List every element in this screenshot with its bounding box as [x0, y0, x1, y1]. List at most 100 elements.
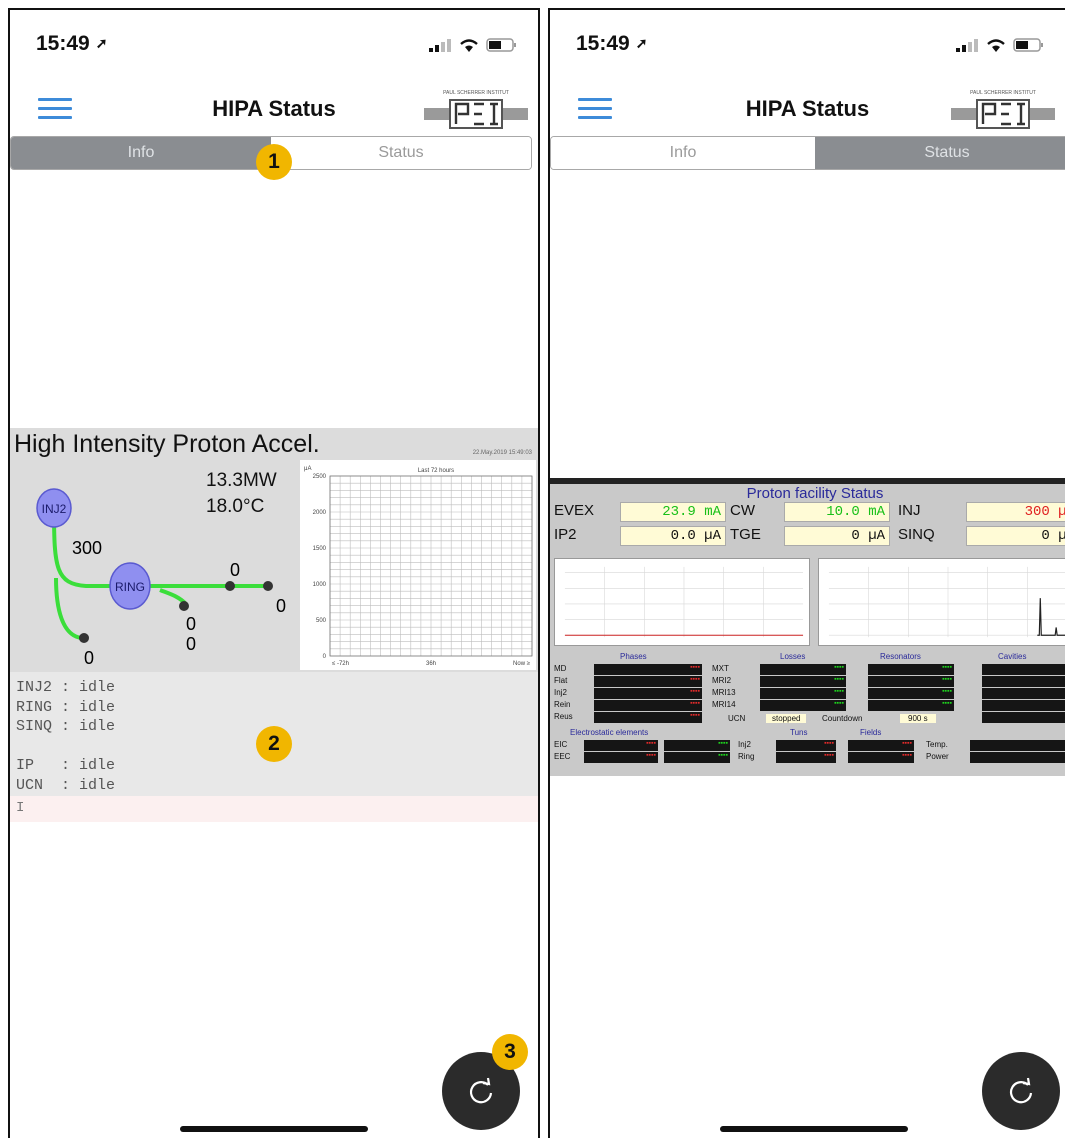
- readout-cell: ▪▪▪▪: [594, 688, 702, 699]
- tab-info[interactable]: Info: [11, 137, 271, 169]
- hipa-timestamp: 22.May.2019 15:49:03: [472, 450, 532, 456]
- readout-cell: ▪▪▪▪: [594, 712, 702, 723]
- readout-cell: ▪▪▪▪: [584, 752, 658, 763]
- phase-label: Reus: [554, 712, 573, 721]
- metric-label: EVEX: [554, 502, 595, 519]
- section-heading: Phases: [620, 652, 647, 661]
- fields-label: Temp.: [926, 740, 948, 749]
- section-heading: Losses: [780, 652, 806, 661]
- refresh-icon: [1009, 1077, 1033, 1104]
- clock-time: 15:49: [576, 32, 630, 55]
- tab-status[interactable]: Status: [271, 137, 531, 169]
- loss-label: MRI14: [712, 700, 736, 709]
- chart-title: Last 72 hours: [418, 468, 454, 474]
- readout-cell: ▪▪▪▪: [594, 700, 702, 711]
- facility-row-2: IP2 0.0 µA TGE 0 µA SINQ 0 µA: [554, 526, 1065, 548]
- message-field[interactable]: I: [10, 796, 538, 822]
- x-tick-label: Now ≥: [513, 661, 531, 667]
- current-value: 0: [276, 596, 286, 616]
- readout-cell: ▪▪▪▪: [760, 664, 846, 675]
- inj2-current: 300: [72, 538, 102, 558]
- phase-label: MD: [554, 664, 567, 673]
- metric-value: 23.9 mA: [620, 502, 726, 522]
- callout-badge-2: 2: [256, 726, 292, 762]
- status-screen: 15:49 ➚ HIPA Status PAUL SCHERRER INSTITU…: [548, 8, 1065, 1138]
- readout-cell: ▪▪▪▪: [664, 740, 730, 751]
- loss-label: MRI2: [712, 676, 732, 685]
- tab-status[interactable]: Status: [815, 137, 1065, 169]
- phase-label: Rein: [554, 700, 571, 709]
- readout-cell: ▪▪▪▪: [848, 740, 914, 751]
- home-indicator: [720, 1126, 908, 1132]
- hipa-heading: High Intensity Proton Accel.: [14, 430, 320, 458]
- tuns-label: Inj2: [738, 740, 751, 749]
- psi-logo: PAUL SCHERRER INSTITUT: [951, 90, 1055, 129]
- current-value: 0: [186, 634, 196, 654]
- current-history-chart: Last 72 hours μA 25002000150010005000 ≤ …: [300, 460, 536, 670]
- countdown-label: Countdown: [822, 714, 863, 723]
- beamline-diagram: INJ2 RING 300 0 0 0 0 0: [36, 488, 286, 668]
- metric-label: INJ: [898, 502, 921, 519]
- phase-label: Flat: [554, 676, 568, 685]
- signal-icon: [956, 38, 979, 52]
- callout-badge-3: 3: [492, 1034, 528, 1070]
- info-screen: 15:49 ➚ HIPA Status PAUL SCHERRER INSTITU…: [8, 8, 540, 1138]
- section-heading: Resonators: [880, 652, 921, 661]
- beam-target-dot: [179, 601, 189, 611]
- readout-cell: ▪▪▪▪: [776, 740, 836, 751]
- svg-text:PAUL SCHERRER INSTITUT: PAUL SCHERRER INSTITUT: [443, 90, 509, 96]
- loss-history-chart: [818, 558, 1065, 646]
- readout-cell: ▪▪▪▪: [594, 676, 702, 687]
- readout-cell: ▪▪▪▪: [982, 712, 1065, 723]
- section-heading: Tuns: [790, 728, 808, 737]
- ucn-label: UCN: [728, 714, 746, 723]
- status-bar: 15:49 ➚: [576, 30, 1045, 60]
- location-arrow-icon: ➚: [635, 35, 648, 51]
- loss-label: MRI13: [712, 688, 736, 697]
- loss-label: MXT: [712, 664, 729, 673]
- readout-cell: ▪▪▪▪: [760, 700, 846, 711]
- tab-info[interactable]: Info: [551, 137, 815, 169]
- current-value: 0: [84, 648, 94, 668]
- readout-cell: ▪▪▪▪: [584, 740, 658, 751]
- metric-label: IP2: [554, 526, 577, 543]
- callout-badge-1: 1: [256, 144, 292, 180]
- readout-cell: ▪▪▪▪: [776, 752, 836, 763]
- readout-cell: ▪▪▪▪: [868, 664, 954, 675]
- readout-cell: ▪▪▪▪: [848, 752, 914, 763]
- metric-value: 0.0 µA: [620, 526, 726, 546]
- proton-facility-panel: Proton facility Status EVEX 23.9 mA CW 1…: [550, 478, 1065, 776]
- metric-value: 0 µA: [784, 526, 890, 546]
- element-label: EIC: [554, 740, 568, 749]
- metric-value: 300 µA: [966, 502, 1065, 522]
- chart-unit: μA: [304, 466, 311, 472]
- y-tick-label: 2000: [313, 510, 327, 516]
- refresh-button[interactable]: [982, 1052, 1060, 1130]
- state-line: UCN : idle: [16, 776, 116, 794]
- fields-label: Power: [926, 752, 949, 761]
- metric-value: 10.0 mA: [784, 502, 890, 522]
- x-tick-label: 36h: [426, 661, 436, 667]
- readout-cell: ▪▪▪▪: [868, 688, 954, 699]
- nav-bar: HIPA Status PAUL SCHERRER INSTITUT: [550, 84, 1065, 138]
- clock-time: 15:49: [36, 32, 90, 55]
- readout-cell: ▪▪▪▪: [868, 700, 954, 711]
- home-indicator: [180, 1126, 368, 1132]
- metric-label: SINQ: [898, 526, 935, 543]
- readout-cell: ▪▪▪▪: [760, 676, 846, 687]
- psi-logo: PAUL SCHERRER INSTITUT: [424, 90, 528, 129]
- metric-label: CW: [730, 502, 755, 519]
- svg-text:PAUL SCHERRER INSTITUT: PAUL SCHERRER INSTITUT: [970, 90, 1036, 96]
- y-tick-label: 1000: [313, 582, 327, 588]
- readout-cell: ▪▪▪▪: [760, 688, 846, 699]
- tuns-label: Ring: [738, 752, 755, 761]
- readout-cell: ▪▪▪▪: [970, 752, 1065, 763]
- y-tick-label: 500: [316, 618, 327, 624]
- beam-current-chart: [554, 558, 810, 646]
- facility-row-1: EVEX 23.9 mA CW 10.0 mA INJ 300 µA: [554, 502, 1065, 524]
- readout-cell: ▪▪▪▪: [982, 688, 1065, 699]
- signal-icon: [429, 38, 452, 52]
- wifi-icon: [459, 39, 478, 52]
- beam-target-dot: [79, 633, 89, 643]
- tab-switcher: Info Status: [550, 136, 1065, 170]
